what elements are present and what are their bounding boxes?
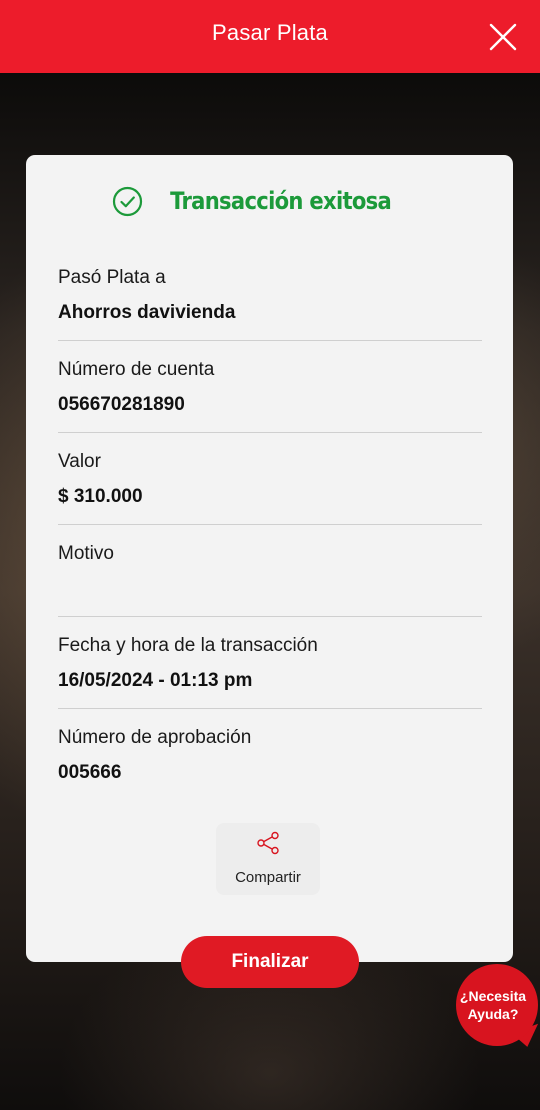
approval-field: Número de aprobación 005666 bbox=[58, 727, 482, 784]
datetime-label: Fecha y hora de la transacción bbox=[58, 635, 318, 656]
check-circle-icon bbox=[113, 186, 143, 216]
destination-label: Pasó Plata a bbox=[58, 267, 166, 288]
divider bbox=[58, 340, 482, 341]
help-line-2: Ayuda? bbox=[467, 1006, 519, 1022]
help-chat-button[interactable]: ¿Necesita Ayuda? bbox=[456, 964, 540, 1051]
share-label: Compartir bbox=[235, 869, 301, 886]
reason-field: Motivo bbox=[58, 543, 482, 600]
finish-button[interactable]: Finalizar bbox=[181, 936, 359, 988]
approval-label: Número de aprobación bbox=[58, 727, 252, 748]
divider bbox=[58, 524, 482, 525]
receipt-card: Transacción exitosa Pasó Plata a Ahorros… bbox=[26, 155, 513, 962]
close-icon bbox=[489, 23, 517, 51]
divider bbox=[58, 616, 482, 617]
help-text: ¿Necesita Ayuda? bbox=[456, 987, 530, 1023]
divider bbox=[58, 708, 482, 709]
approval-value: 005666 bbox=[58, 762, 122, 783]
header-title: Pasar Plata bbox=[212, 20, 328, 45]
app-header: Pasar Plata bbox=[0, 0, 540, 73]
destination-value: Ahorros davivienda bbox=[58, 302, 236, 323]
status-row: Transacción exitosa bbox=[26, 185, 513, 217]
destination-field: Pasó Plata a Ahorros davivienda bbox=[58, 267, 482, 324]
close-button[interactable] bbox=[488, 22, 518, 52]
reason-label: Motivo bbox=[58, 543, 114, 564]
amount-field: Valor $ 310.000 bbox=[58, 451, 482, 508]
share-icon bbox=[257, 831, 279, 855]
status-message: Transacción exitosa bbox=[170, 187, 392, 215]
account-field: Número de cuenta 056670281890 bbox=[58, 359, 482, 416]
account-label: Número de cuenta bbox=[58, 359, 215, 380]
share-button[interactable]: Compartir bbox=[216, 823, 320, 895]
finish-button-label: Finalizar bbox=[231, 951, 309, 972]
datetime-field: Fecha y hora de la transacción 16/05/202… bbox=[58, 635, 482, 692]
reason-value bbox=[58, 578, 482, 600]
datetime-value: 16/05/2024 - 01:13 pm bbox=[58, 670, 253, 691]
account-value: 056670281890 bbox=[58, 394, 185, 415]
help-line-1: ¿Necesita bbox=[459, 988, 527, 1004]
divider bbox=[58, 432, 482, 433]
amount-value: $ 310.000 bbox=[58, 486, 143, 507]
amount-label: Valor bbox=[58, 451, 101, 472]
